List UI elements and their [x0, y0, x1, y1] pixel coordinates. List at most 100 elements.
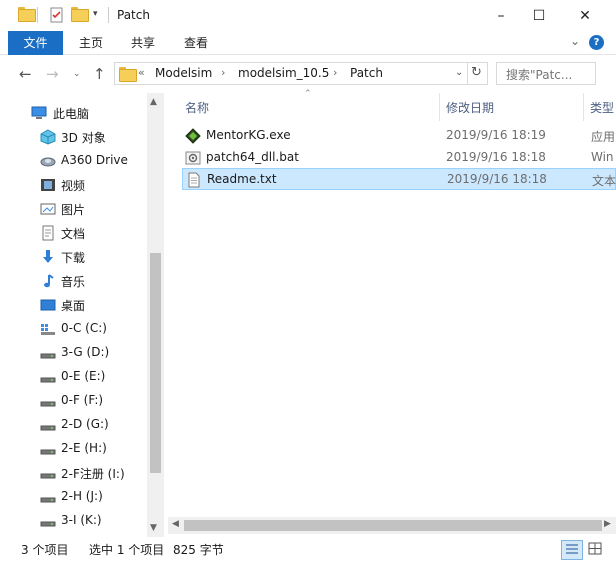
- breadcrumb-separator[interactable]: ›: [221, 66, 225, 79]
- address-overflow[interactable]: «: [138, 66, 145, 79]
- nav-item-3d-objects[interactable]: 3D 对象: [0, 125, 145, 149]
- nav-item-drive-h[interactable]: 2-E (H:): [0, 437, 145, 461]
- breadcrumb-modelsim-10-5[interactable]: modelsim_10.5: [238, 66, 329, 80]
- nav-pane-scrollbar[interactable]: ▲ ▼: [147, 93, 164, 537]
- nav-item-documents[interactable]: 文档: [0, 221, 145, 245]
- file-name: Readme.txt: [207, 172, 277, 186]
- scroll-left-arrow-icon[interactable]: ◀: [172, 519, 179, 529]
- nav-item-label: 2-D (G:): [61, 417, 109, 431]
- scroll-up-arrow-icon[interactable]: ▲: [150, 97, 157, 107]
- nav-item-label: 3-I (K:): [61, 513, 102, 527]
- new-folder-icon[interactable]: [71, 7, 89, 22]
- column-header-name[interactable]: 名称: [185, 99, 209, 116]
- nav-item-label: 3-G (D:): [61, 345, 110, 359]
- drive-icon: [40, 417, 56, 433]
- breadcrumb-separator[interactable]: ›: [333, 66, 337, 79]
- nav-item-label: 0-E (E:): [61, 369, 106, 383]
- qa-divider: [37, 7, 38, 23]
- nav-item-desktop[interactable]: 桌面: [0, 293, 145, 317]
- drive-icon: [40, 441, 56, 457]
- tab-file[interactable]: 文件: [8, 31, 63, 55]
- nav-item-label: 音乐: [61, 275, 86, 289]
- nav-item-downloads[interactable]: 下载: [0, 245, 145, 269]
- breadcrumb-modelsim[interactable]: Modelsim: [155, 66, 212, 80]
- nav-item-drive-d[interactable]: 3-G (D:): [0, 341, 145, 365]
- column-divider[interactable]: [583, 93, 584, 121]
- nav-item-drive-i[interactable]: 2-F注册 (I:): [0, 461, 145, 485]
- details-view-button[interactable]: [561, 540, 583, 560]
- nav-item-drive-f[interactable]: 0-F (F:): [0, 389, 145, 413]
- desktop-icon: [40, 297, 56, 313]
- title-bar: ▾ Patch – ☐ ✕: [0, 0, 616, 31]
- nav-item-drive-j[interactable]: 2-H (J:): [0, 485, 145, 509]
- file-list: ⌃ 名称 修改日期 类型 MentorKG.exe 2019/9/16 18:1…: [164, 89, 616, 537]
- large-icons-view-icon: [588, 542, 602, 555]
- nav-item-label: 图片: [61, 203, 86, 217]
- large-icons-view-button[interactable]: [585, 540, 607, 560]
- file-date: 2019/9/16 18:18: [446, 150, 546, 164]
- tab-share[interactable]: 共享: [122, 31, 164, 55]
- nav-item-a360-drive[interactable]: A360 Drive: [0, 149, 145, 173]
- file-row-mentorkg-exe[interactable]: MentorKG.exe 2019/9/16 18:19 应用: [182, 125, 616, 147]
- nav-item-drive-c[interactable]: 0-C (C:): [0, 317, 145, 341]
- recent-locations-chevron-icon[interactable]: ⌄: [73, 69, 81, 79]
- nav-item-label: 2-E (H:): [61, 441, 107, 455]
- maximize-button[interactable]: ☐: [516, 0, 562, 31]
- status-bar: 3 个项目 选中 1 个项目 825 字节: [0, 537, 616, 567]
- scroll-right-arrow-icon[interactable]: ▶: [604, 519, 611, 529]
- forward-arrow-icon[interactable]: →: [46, 65, 59, 83]
- tab-home[interactable]: 主页: [70, 31, 112, 55]
- folder-icon: [18, 7, 36, 22]
- customize-toolbar-chevron-icon[interactable]: ▾: [93, 9, 98, 19]
- column-divider[interactable]: [439, 93, 440, 121]
- column-header-type[interactable]: 类型: [590, 99, 614, 116]
- file-name: MentorKG.exe: [206, 128, 291, 142]
- music-icon: [40, 273, 56, 289]
- nav-pane-scroll-thumb[interactable]: [150, 253, 161, 473]
- address-row: ← → ⌄ ↑ « Modelsim › modelsim_10.5 › Pat…: [0, 55, 616, 93]
- column-header-date[interactable]: 修改日期: [446, 99, 494, 116]
- status-size: 825 字节: [173, 543, 224, 557]
- drive-icon: [40, 465, 56, 481]
- details-view-icon: [566, 544, 578, 554]
- nav-item-music[interactable]: 音乐: [0, 269, 145, 293]
- tab-view[interactable]: 查看: [175, 31, 217, 55]
- up-arrow-icon[interactable]: ↑: [93, 65, 106, 83]
- close-button[interactable]: ✕: [562, 0, 608, 31]
- ribbon-expand-icon[interactable]: ⌄: [570, 34, 580, 48]
- exe-icon: [185, 128, 201, 144]
- title-divider: [108, 7, 109, 23]
- sort-ascending-icon: ⌃: [304, 89, 312, 99]
- nav-item-drive-k[interactable]: 3-I (K:): [0, 509, 145, 533]
- file-row-patch64-dll-bat[interactable]: patch64_dll.bat 2019/9/16 18:18 Win: [182, 147, 616, 169]
- address-bar[interactable]: « Modelsim › modelsim_10.5 › Patch ⌄ ↻: [114, 62, 488, 85]
- file-list-horizontal-scrollbar[interactable]: ◀ ▶: [168, 517, 616, 534]
- file-date: 2019/9/16 18:18: [447, 172, 547, 186]
- nav-item-label: 文档: [61, 227, 86, 241]
- help-icon[interactable]: ?: [589, 35, 604, 50]
- file-type: 应用: [591, 130, 616, 144]
- drive-icon: [40, 513, 56, 529]
- file-row-readme-txt[interactable]: Readme.txt 2019/9/16 18:18 文本: [182, 168, 616, 190]
- computer-icon: [31, 105, 47, 121]
- nav-item-videos[interactable]: 视频: [0, 173, 145, 197]
- drive-icon: [40, 393, 56, 409]
- properties-icon[interactable]: [49, 7, 65, 23]
- nav-item-this-pc[interactable]: 此电脑: [0, 101, 145, 125]
- search-input[interactable]: 搜索"Patc...: [496, 62, 596, 85]
- breadcrumb-patch[interactable]: Patch: [350, 66, 383, 80]
- nav-item-pictures[interactable]: 图片: [0, 197, 145, 221]
- nav-item-label: 2-F注册 (I:): [61, 467, 125, 481]
- refresh-icon[interactable]: ↻: [471, 65, 482, 80]
- address-history-chevron-icon[interactable]: ⌄: [455, 67, 463, 78]
- ribbon-tabs: 文件 主页 共享 查看 ⌄ ?: [0, 31, 616, 55]
- nav-item-label: 0-F (F:): [61, 393, 104, 407]
- status-item-count: 3 个项目: [21, 543, 69, 557]
- nav-item-label: 2-H (J:): [61, 489, 103, 503]
- file-name: patch64_dll.bat: [206, 150, 299, 164]
- back-arrow-icon[interactable]: ←: [19, 65, 32, 83]
- nav-item-drive-e[interactable]: 0-E (E:): [0, 365, 145, 389]
- scroll-down-arrow-icon[interactable]: ▼: [150, 523, 157, 533]
- nav-item-drive-g[interactable]: 2-D (G:): [0, 413, 145, 437]
- file-list-scroll-thumb[interactable]: [184, 520, 602, 531]
